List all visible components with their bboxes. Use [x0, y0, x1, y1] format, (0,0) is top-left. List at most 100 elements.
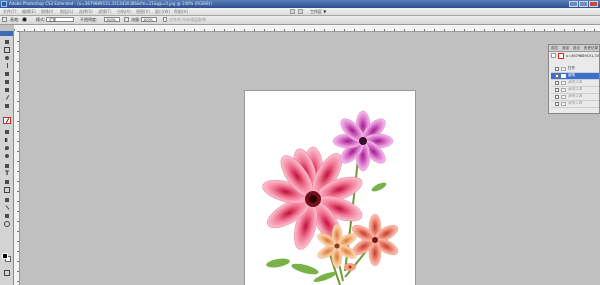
menu-view[interactable]: 视图(V) [136, 9, 150, 15]
slice-icon[interactable] [3, 78, 11, 85]
screen-mode-icon[interactable] [298, 9, 303, 14]
path-select-icon[interactable] [3, 178, 11, 185]
type-icon[interactable]: T [3, 170, 11, 177]
eyedropper-icon[interactable] [3, 204, 11, 211]
hand-icon[interactable] [3, 212, 11, 219]
coral-flower [351, 213, 399, 267]
history-item[interactable]: 打开 [551, 66, 599, 73]
history-item-label: 画笔工具 [568, 80, 582, 84]
clone-stamp-icon[interactable] [3, 102, 11, 109]
tool-preset-icon[interactable] [2, 17, 7, 22]
history-checkbox[interactable] [555, 81, 559, 85]
history-item-icon [561, 74, 566, 78]
menu-file[interactable]: 文件(F) [3, 9, 16, 15]
flow-input[interactable]: 100% [141, 17, 157, 22]
window-controls [569, 1, 598, 7]
aligned-label: 对齐的 所有图层取样 [169, 17, 207, 22]
bridge-icon[interactable] [290, 9, 295, 14]
workspace-menu[interactable]: 工作区 ▼ [310, 9, 326, 15]
history-item[interactable]: 画笔工具 [551, 87, 599, 94]
menu-window[interactable]: 窗口(W) [155, 9, 170, 15]
photoshop-app-icon [1, 1, 7, 7]
mode-value: 正常 [49, 18, 56, 22]
menu-filter[interactable]: 滤镜(T) [98, 9, 112, 15]
history-checkbox[interactable] [555, 67, 559, 71]
tab-paths[interactable]: 路径 [573, 46, 580, 51]
history-checkbox[interactable] [555, 102, 559, 106]
history-checkbox[interactable] [555, 95, 559, 99]
snapshot-thumbnail [551, 53, 556, 58]
notes-icon[interactable] [3, 196, 11, 203]
menu-select[interactable]: 选择(S) [79, 9, 93, 15]
dodge-icon[interactable] [3, 152, 11, 159]
healing-icon[interactable] [3, 86, 11, 93]
airbrush-icon[interactable] [124, 17, 129, 22]
history-panel: 图层 通道 路径 历史记录 u=3679889151,33 打开 画笔 画笔工具… [548, 44, 600, 114]
mode-label: 模式: [36, 17, 46, 22]
pen-icon[interactable] [3, 162, 11, 169]
history-item-label: 画笔 [568, 73, 575, 77]
brush-history-icon [561, 88, 566, 92]
close-button[interactable] [589, 1, 598, 7]
lasso-icon[interactable] [3, 54, 11, 61]
history-item-icon [561, 67, 566, 71]
brush-history-icon [561, 95, 566, 99]
history-snapshot-row[interactable]: u=3679889151,33 [551, 53, 599, 59]
opacity-input[interactable]: 100% [104, 17, 120, 22]
brush-history-icon [561, 102, 566, 106]
tab-layers[interactable]: 图层 [551, 46, 558, 51]
tab-channels[interactable]: 通道 [562, 46, 569, 51]
flower-painting [262, 110, 399, 285]
opacity-label: 不透明度: [80, 17, 98, 22]
brush-icon[interactable] [3, 94, 11, 101]
opacity-value: 100% [106, 18, 117, 22]
menu-help[interactable]: 帮助(H) [174, 9, 188, 15]
options-bar: 画笔: 模式: 正常 不透明度: 100% 流量: 100% 对齐的 所有图层取… [0, 16, 600, 25]
flow-value: 100% [143, 18, 154, 22]
eraser-icon[interactable] [3, 128, 11, 135]
marquee-icon[interactable] [3, 46, 11, 53]
mode-select[interactable]: 正常 [46, 17, 74, 22]
tools-panel-header[interactable] [0, 31, 13, 36]
history-item[interactable]: 画笔工具 [551, 94, 599, 101]
history-item[interactable]: 画笔工具 [551, 101, 599, 108]
menu-layer[interactable]: 图层(L) [60, 9, 73, 15]
brush-label: 画笔: [10, 17, 20, 22]
history-item-label: 画笔工具 [568, 101, 582, 105]
quick-mask-icon[interactable] [3, 269, 11, 276]
horizontal-ruler [14, 25, 600, 32]
menu-analysis[interactable]: 分析(A) [117, 9, 131, 15]
magic-wand-icon[interactable] [3, 62, 11, 69]
foreground-color-swatch[interactable] [2, 253, 8, 259]
tools-panel: T [0, 31, 14, 285]
menu-bar: 文件(F) 编辑(E) 图像(I) 图层(L) 选择(S) 滤镜(T) 分析(A… [0, 8, 600, 16]
title-bar: Adobe Photoshop CS3 Extended - [u=367988… [0, 0, 600, 8]
history-checkbox[interactable] [555, 88, 559, 92]
shape-icon[interactable] [3, 186, 11, 193]
history-source-icon[interactable] [558, 53, 564, 59]
menu-edit[interactable]: 编辑(E) [22, 9, 36, 15]
aligned-checkbox[interactable] [163, 17, 167, 22]
history-item-label: 画笔工具 [568, 87, 582, 91]
gradient-icon[interactable] [3, 136, 11, 143]
minimize-button[interactable] [569, 1, 578, 7]
magenta-flower [332, 110, 394, 172]
blur-icon[interactable] [3, 144, 11, 151]
zoom-icon[interactable] [3, 220, 11, 227]
flow-label: 流量: [131, 17, 141, 22]
crop-icon[interactable] [3, 70, 11, 77]
tab-history[interactable]: 历史记录 [584, 46, 598, 51]
small-bud [344, 263, 356, 271]
history-item-label: 画笔工具 [568, 94, 582, 98]
history-item[interactable]: 画笔工具 [551, 80, 599, 87]
history-checkbox[interactable] [555, 74, 559, 78]
history-item-selected[interactable]: 画笔 [551, 73, 599, 80]
history-item-label: 打开 [568, 66, 575, 70]
window-title: Adobe Photoshop CS3 Extended - [u=367988… [9, 1, 212, 6]
menu-image[interactable]: 图像(I) [41, 9, 53, 15]
history-brush-icon[interactable] [3, 117, 11, 124]
move-icon[interactable] [3, 38, 11, 45]
brush-preset-picker[interactable] [22, 17, 27, 22]
maximize-button[interactable] [579, 1, 588, 7]
document-canvas[interactable] [245, 91, 415, 285]
